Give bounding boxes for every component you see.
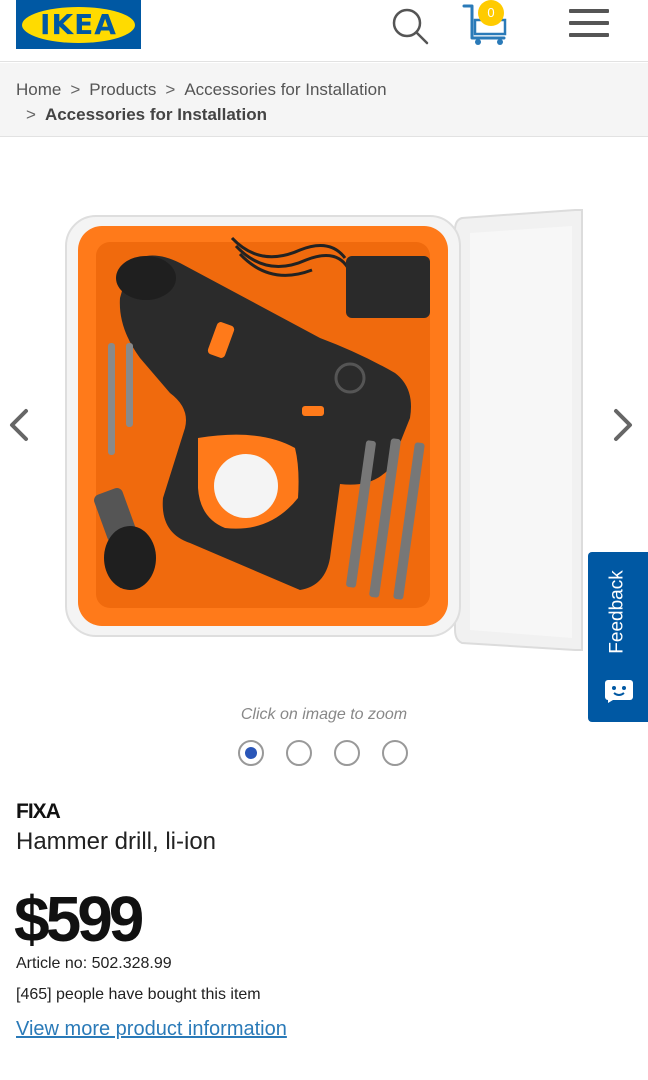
search-icon[interactable]	[390, 6, 430, 46]
product-image[interactable]	[0, 138, 648, 698]
breadcrumb-home[interactable]: Home	[16, 80, 61, 99]
carousel-prev-arrow-icon[interactable]	[4, 405, 34, 445]
breadcrumb-separator: >	[165, 80, 176, 99]
breadcrumb-category[interactable]: Accessories for Installation	[184, 80, 386, 99]
breadcrumb: Home > Products > Accessories for Installati…	[0, 63, 648, 137]
zoom-hint: Click on image to zoom	[240, 706, 408, 723]
breadcrumb-current: Accessories for Installation	[44, 105, 267, 124]
product-brand: FIXA	[16, 800, 61, 823]
bought-count: [465] people have bought this item	[16, 986, 261, 1003]
feedback-label: Feedback	[607, 570, 629, 654]
more-info-link[interactable]: View more product information	[16, 1018, 287, 1041]
product-description: Hammer drill, li-ion	[16, 828, 217, 855]
breadcrumb-line-1: Home > Products > Accessories for Installati…	[16, 77, 632, 102]
carousel-dot-2[interactable]	[286, 740, 312, 766]
article-number: Article no: 502.328.99	[16, 955, 172, 972]
logo-oval: IKEA	[22, 6, 135, 43]
carousel-dots	[238, 740, 408, 768]
carousel-dot-1[interactable]	[238, 740, 264, 766]
feedback-label-wrap: Feedback	[588, 552, 648, 672]
logo-text: IKEA	[40, 8, 117, 41]
ikea-logo[interactable]: IKEA	[16, 0, 141, 49]
breadcrumb-separator: >	[70, 80, 81, 99]
breadcrumb-separator: >	[26, 105, 36, 124]
breadcrumb-products[interactable]: Products	[89, 80, 156, 99]
feedback-tab[interactable]: Feedback	[588, 552, 648, 722]
product-price: $599	[14, 883, 144, 955]
breadcrumb-line-2: > Accessories for Installation	[16, 102, 632, 127]
cart-count-badge: 0	[478, 0, 504, 26]
carousel-dot-4[interactable]	[382, 740, 408, 766]
carousel-next-arrow-icon[interactable]	[608, 405, 638, 445]
site-header: IKEA 0	[0, 0, 648, 62]
hamburger-menu-icon[interactable]	[569, 9, 609, 41]
feedback-smiley-icon	[605, 680, 633, 703]
carousel-dot-3[interactable]	[334, 740, 360, 766]
